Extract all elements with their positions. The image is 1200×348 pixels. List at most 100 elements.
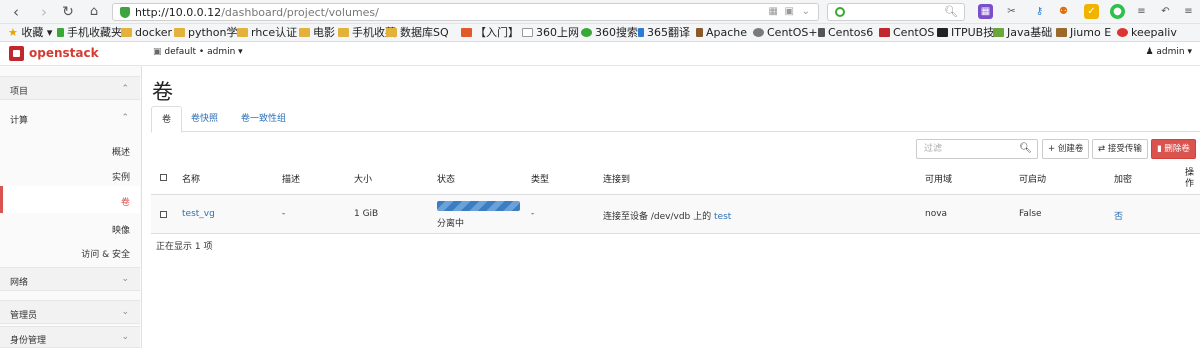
tab-volume-snapshots[interactable]: 卷快照 [181,106,228,132]
app-grid-icon[interactable]: ▦ [978,4,993,19]
bookmark-item[interactable]: Apache [696,26,747,40]
openstack-header: openstack ▣ default • admin ▾ ♟ admin ▾ [0,42,1200,66]
sidebar-label: 项目 [10,87,29,97]
bookmark-item[interactable]: Jiumo E [1056,26,1111,40]
bookmarks-bar: ★ 收藏 ▾ 手机收藏夹 docker python学 rhce认证 电影 手机… [0,24,1200,42]
bookmark-item[interactable]: 数据库SQ [386,26,449,40]
browser-search-input[interactable]: 🔍︎ [827,3,965,21]
bookmark-item[interactable]: 360上网 [522,26,579,40]
openstack-logo-icon[interactable] [9,46,24,61]
volume-zone: nova [925,209,948,219]
bookmark-item[interactable]: keepaliv [1117,26,1177,40]
select-all-checkbox[interactable] [160,174,167,181]
reload-icon[interactable]: ↻ [58,2,78,22]
bookmark-favorites[interactable]: ★ 收藏 ▾ [8,26,52,40]
volume-description: - [282,209,286,219]
bookmark-item[interactable]: 【入门】 [461,26,519,40]
address-dropdown-icon[interactable]: ⌄ [802,6,810,17]
sidebar-label: 概述 [111,148,130,158]
bookmark-item[interactable]: 360搜索 [581,26,638,40]
project-selector[interactable]: ▣ default • admin ▾ [153,47,243,57]
sidebar-section-compute[interactable]: 计算 ⌃ [0,106,140,130]
bookmark-item[interactable]: CentOS+ [753,26,818,40]
volume-status: 分离中 [437,219,465,229]
volume-size: 1 GiB [354,209,379,219]
undo-icon[interactable]: ↶ [1158,4,1173,19]
browser-toolbar: ‹ › ↻ ⌂ http://10.0.0.12/dashboard/proje… [0,0,1200,24]
column-header-type[interactable]: 类型 [531,172,549,185]
sidebar-item-access-security[interactable]: 访问 & 安全 [0,242,140,262]
gamepad-icon[interactable]: ⚉ [1056,4,1071,19]
search-engine-icon [835,7,845,17]
more-icon[interactable]: ≡ [1181,4,1196,19]
secure-shield-icon [120,7,130,18]
bookmark-item[interactable]: rhce认证 [237,26,297,40]
column-header-bootable[interactable]: 可启动 [1019,172,1046,185]
sidebar-item-instances[interactable]: 实例 [0,165,140,185]
filter-field[interactable]: 🔍︎ [916,139,1038,159]
reader-mode-icon[interactable]: ▦ [769,6,778,17]
project-icon: ▣ [153,47,162,57]
shield-icon[interactable]: ✓ [1084,4,1099,19]
sidebar-section-network[interactable]: 网络 ⌄ [0,267,140,291]
tab-consistency-groups[interactable]: 卷一致性组 [231,106,296,132]
volume-tabs: 卷 卷快照 卷一致性组 [151,106,1200,133]
bookmark-item[interactable]: 手机收藏夹 [57,26,122,40]
back-icon[interactable]: ‹ [6,2,26,22]
user-menu[interactable]: ♟ admin ▾ [1145,47,1192,57]
attached-instance-link[interactable]: test [714,212,731,222]
extension-icon[interactable]: ● [1110,4,1125,19]
column-header-attached-to[interactable]: 连接到 [603,172,630,185]
sidebar-section-project[interactable]: 项目 ⌃ [0,76,140,100]
bookmark-item[interactable]: 365翻译 [638,26,690,40]
delete-label: 删除卷 [1164,144,1190,154]
sidebar-item-images[interactable]: 映像 [0,218,140,238]
search-icon[interactable]: 🔍︎ [1019,143,1032,154]
volume-encrypted-link[interactable]: 否 [1114,209,1123,222]
create-volume-button[interactable]: + 创建卷 [1042,139,1090,159]
filter-input[interactable] [917,140,1017,158]
bookmark-item[interactable]: ITPUB技 [937,26,994,40]
sidebar: 项目 ⌃ 计算 ⌃ 概述 实例 卷 映像 访问 & 安全 网络 ⌄ 管理员 ⌄ … [0,66,142,348]
trash-icon: ▮ [1157,144,1162,154]
tab-volumes[interactable]: 卷 [151,106,183,133]
column-header-zone[interactable]: 可用域 [925,172,952,185]
volume-name-link[interactable]: test_vg [182,209,215,219]
column-header-encrypted[interactable]: 加密 [1114,172,1132,185]
home-icon[interactable]: ⌂ [84,2,104,22]
bookmark-item[interactable]: Centos6 [818,26,873,40]
key-icon[interactable]: ⚷ [1032,4,1047,19]
bookmark-item[interactable]: python学 [174,26,237,40]
column-header-status[interactable]: 状态 [437,172,455,185]
scissors-icon[interactable]: ✂ [1004,4,1019,19]
chevron-down-icon: ⌄ [121,307,129,317]
compat-mode-icon[interactable]: ▣ [785,6,794,17]
search-icon[interactable]: 🔍︎ [944,5,958,18]
menu-icon[interactable]: ≡ [1134,4,1149,19]
forward-icon[interactable]: › [34,2,54,22]
row-checkbox[interactable] [160,211,167,218]
column-header-name[interactable]: 名称 [182,172,200,185]
column-header-description[interactable]: 描述 [282,172,300,185]
page-title: 卷 [152,80,173,104]
address-bar[interactable]: http://10.0.0.12/dashboard/project/volum… [112,3,819,21]
sidebar-item-overview[interactable]: 概述 [0,140,140,160]
sidebar-label: 实例 [111,173,130,183]
brand-name[interactable]: openstack [29,46,99,60]
sidebar-section-admin[interactable]: 管理员 ⌄ [0,300,140,324]
column-header-size[interactable]: 大小 [354,172,372,185]
sidebar-label: 网络 [10,278,29,288]
bookmark-item[interactable]: CentOS [879,26,934,40]
accept-transfer-button[interactable]: ⇄ 接受传输 [1092,139,1148,159]
sidebar-label: 访问 & 安全 [81,250,130,260]
sidebar-section-identity[interactable]: 身份管理 ⌄ [0,326,140,348]
bookmark-item[interactable]: 电影 [299,26,335,40]
delete-volumes-button[interactable]: ▮ 删除卷 [1151,139,1196,159]
status-progress-bar [437,201,520,211]
bookmark-item[interactable]: Java基础 [993,26,1052,40]
sidebar-label: 计算 [10,116,29,126]
table-divider [151,233,1200,234]
attached-device: 连接至设备 /dev/vdb 上的 [603,212,712,222]
bookmark-item[interactable]: docker [121,26,172,40]
sidebar-item-volumes[interactable]: 卷 [0,186,140,213]
